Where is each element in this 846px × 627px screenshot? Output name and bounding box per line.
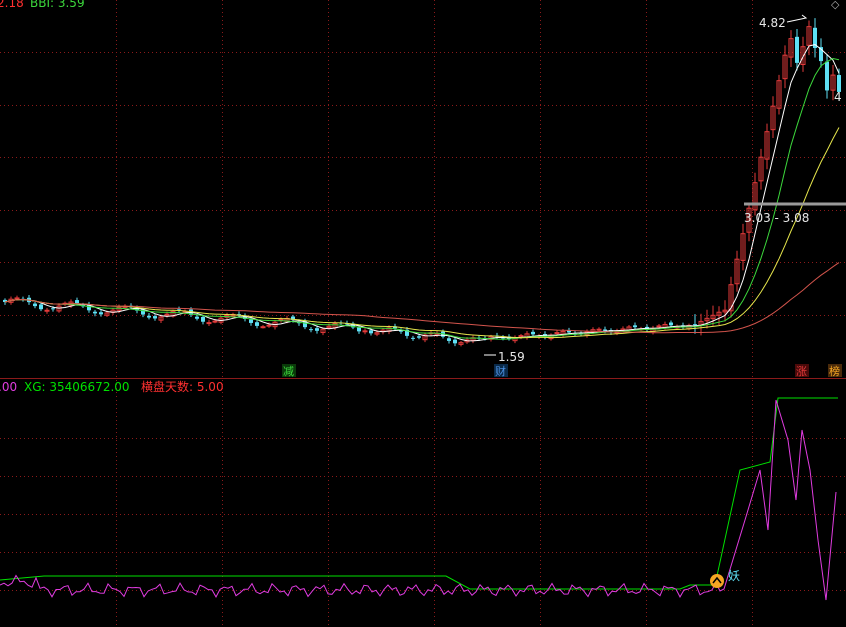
candle-body xyxy=(212,320,218,323)
high-price-label: 4.82 xyxy=(759,16,786,30)
high-arrow xyxy=(786,14,808,23)
bottom-lead-value: .00 xyxy=(0,380,17,394)
candle-body xyxy=(357,327,361,332)
candles xyxy=(3,18,841,347)
candle-body xyxy=(44,309,50,312)
candle-body xyxy=(531,331,535,335)
badge-jian-text: 减 xyxy=(283,365,294,378)
candle-body xyxy=(596,328,602,331)
candle-body xyxy=(14,297,20,300)
candle-body xyxy=(93,311,97,314)
candle-body xyxy=(255,322,259,326)
candle-body xyxy=(669,322,673,326)
osc-green-line xyxy=(0,397,838,590)
candle-body xyxy=(39,304,43,310)
candle-body xyxy=(315,328,319,331)
ma-5-line xyxy=(4,44,840,342)
range-label: 3.03 - 3.08 xyxy=(744,211,809,225)
candle-body xyxy=(51,308,55,310)
candle-body xyxy=(147,315,151,318)
candle-body xyxy=(825,61,829,91)
badge-zhang-text: 涨 xyxy=(796,365,807,378)
candle-body xyxy=(99,312,103,315)
badge-jian[interactable]: 减 xyxy=(282,364,296,378)
diamond-icon[interactable]: ◇ xyxy=(831,0,840,11)
candle-body xyxy=(453,339,457,344)
candle-body xyxy=(260,326,266,329)
osc-magenta-line xyxy=(0,399,837,601)
xg-label: XG: 35406672.00 xyxy=(24,380,130,394)
candle-body xyxy=(518,335,524,338)
candle-body xyxy=(266,324,272,327)
candle-body xyxy=(447,338,451,341)
stock-chart[interactable]: 2.18 BBI: 3.59 ◇ 4.82 1.59 3.03 - 3.08 4… xyxy=(0,0,846,627)
ma-60-line xyxy=(4,262,840,334)
badge-bang[interactable]: 榜 xyxy=(828,364,842,378)
candle-body xyxy=(206,322,212,325)
candle-body xyxy=(369,330,373,334)
badge-bang-text: 榜 xyxy=(829,364,840,378)
hp-days-label: 横盘天数: 5.00 xyxy=(141,379,224,394)
badge-cai[interactable]: 财 xyxy=(494,364,508,378)
candle-body xyxy=(554,332,560,335)
top-left-value: 2.18 xyxy=(0,0,24,10)
candle-body xyxy=(153,316,157,319)
low-price-label: 1.59 xyxy=(498,350,525,364)
candle-body xyxy=(33,303,37,307)
candle-body xyxy=(195,316,199,319)
candle-body xyxy=(633,325,637,328)
oscillator xyxy=(0,397,838,601)
candle-body xyxy=(362,330,368,333)
bbi-label: BBI: 3.59 xyxy=(30,0,85,10)
candle-body xyxy=(75,300,79,304)
candle-body xyxy=(417,336,421,338)
right-edge-label: 4 xyxy=(834,90,842,104)
candle-body xyxy=(795,36,799,63)
candle-body xyxy=(693,324,697,326)
candle-body xyxy=(603,329,607,331)
candle-body xyxy=(411,337,415,339)
candle-body xyxy=(249,319,253,323)
candle-body xyxy=(309,329,313,331)
yao-label: 妖 xyxy=(728,569,740,583)
badge-cai-text: 财 xyxy=(495,364,506,378)
candle-body xyxy=(656,325,662,328)
ma-10-line xyxy=(4,57,840,340)
candle-body xyxy=(201,316,205,322)
badge-zhang[interactable]: 涨 xyxy=(795,364,809,378)
